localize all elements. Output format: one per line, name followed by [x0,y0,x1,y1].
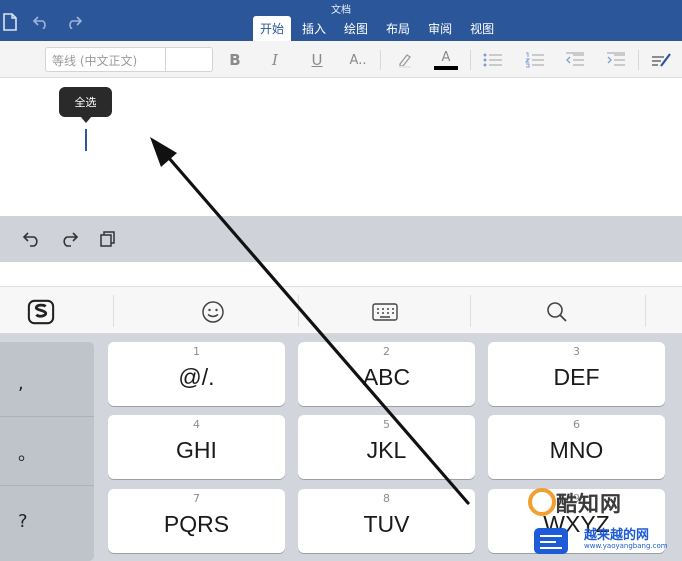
bold-button[interactable]: B [222,48,248,72]
punct-comma-key[interactable]: , [0,350,94,416]
popup-pointer [80,116,92,123]
styles-brush-icon[interactable] [648,48,674,72]
file-icon[interactable] [0,13,20,31]
document-canvas[interactable]: 全选 [0,78,682,216]
key-letters: DEF [553,364,600,390]
watermark-name: 酷知网 [556,492,622,516]
key-number: 6 [573,418,580,431]
font-name-box[interactable]: 等线 (中文正文) [45,47,213,72]
undo-icon[interactable] [31,13,51,31]
ime-divider [470,295,471,327]
key-4[interactable]: 4 GHI [108,415,285,479]
keyboard-redo-icon[interactable] [58,229,80,249]
sogou-logo-icon[interactable] [27,299,55,325]
key-number: 8 [383,492,390,505]
tab-layout[interactable]: 布局 [379,16,417,41]
font-color-button[interactable]: A [432,48,460,72]
toolbar-divider [638,50,639,70]
key-letters: @/. [178,364,215,390]
text-caret [85,129,87,151]
underline-button[interactable]: U [304,48,330,72]
key-letters: ABC [362,364,411,390]
tab-draw[interactable]: 绘图 [337,16,375,41]
emoji-icon[interactable] [199,299,227,325]
document-title: 文档 [331,5,351,16]
key-5[interactable]: 5 JKL [298,415,475,479]
formatting-toolbar: 等线 (中文正文) B I U A.. A [0,41,682,78]
key-2[interactable]: 2 ABC [298,342,475,406]
key-number: 1 [193,345,200,358]
keyboard-shortcut-bar [0,216,682,262]
bullet-list-icon[interactable] [480,48,506,72]
highlighter-icon[interactable] [392,48,418,72]
punct-period-key[interactable]: 。 [0,420,94,486]
italic-button[interactable]: I [262,48,288,72]
font-color-swatch [434,65,458,70]
select-all-popup[interactable]: 全选 [59,87,112,117]
paste-icon[interactable] [97,229,119,249]
punctuation-column: , 。 ? [0,342,94,561]
tab-view[interactable]: 视图 [463,16,501,41]
font-color-letter: A [441,49,451,65]
watermark-logo: 酷知网 越来越的网 www.yaoyangbang.com [520,480,680,560]
punct-divider [0,485,94,486]
tab-review[interactable]: 审阅 [421,16,459,41]
key-number: 4 [193,418,200,431]
ime-divider [113,295,114,327]
key-1[interactable]: 1 @/. [108,342,285,406]
ime-toolbar [0,286,682,334]
ime-divider [298,295,299,327]
font-size-divider [165,48,166,71]
decrease-indent-icon[interactable] [562,48,588,72]
font-name-value: 等线 (中文正文) [52,54,138,68]
tab-home[interactable]: 开始 [253,16,292,41]
tab-insert[interactable]: 插入 [295,16,333,41]
keyboard-undo-icon[interactable] [21,229,43,249]
keyboard-layout-icon[interactable] [371,299,399,325]
punct-question-key[interactable]: ? [0,488,94,554]
title-bar: 文档 开始 插入 绘图 布局 审阅 视图 [0,0,682,41]
key-3[interactable]: 3 DEF [488,342,665,406]
key-number: 5 [383,418,390,431]
key-6[interactable]: 6 MNO [488,415,665,479]
watermark-url: www.yaoyangbang.com [584,542,668,550]
watermark-tagline: 越来越的网 [584,528,650,543]
key-number: 3 [573,345,580,358]
numbered-list-icon[interactable] [522,48,548,72]
increase-indent-icon[interactable] [603,48,629,72]
key-letters: GHI [176,437,217,463]
key-number: 7 [193,492,200,505]
punct-divider [0,416,94,417]
key-8[interactable]: 8 TUV [298,489,475,553]
search-icon[interactable] [543,299,571,325]
ime-divider [645,295,646,327]
key-letters: TUV [363,511,410,537]
key-number: 2 [383,345,390,358]
key-letters: JKL [366,437,407,463]
key-letters: MNO [549,437,604,463]
key-letters: PQRS [163,511,230,537]
text-effects-button[interactable]: A.. [345,48,371,72]
toolbar-divider [470,50,471,70]
toolbar-divider [380,50,381,70]
key-7[interactable]: 7 PQRS [108,489,285,553]
redo-icon[interactable] [64,13,84,31]
keyboard-spacer [0,262,682,286]
ribbon-tabs: 开始 插入 绘图 布局 审阅 视图 [253,16,505,41]
